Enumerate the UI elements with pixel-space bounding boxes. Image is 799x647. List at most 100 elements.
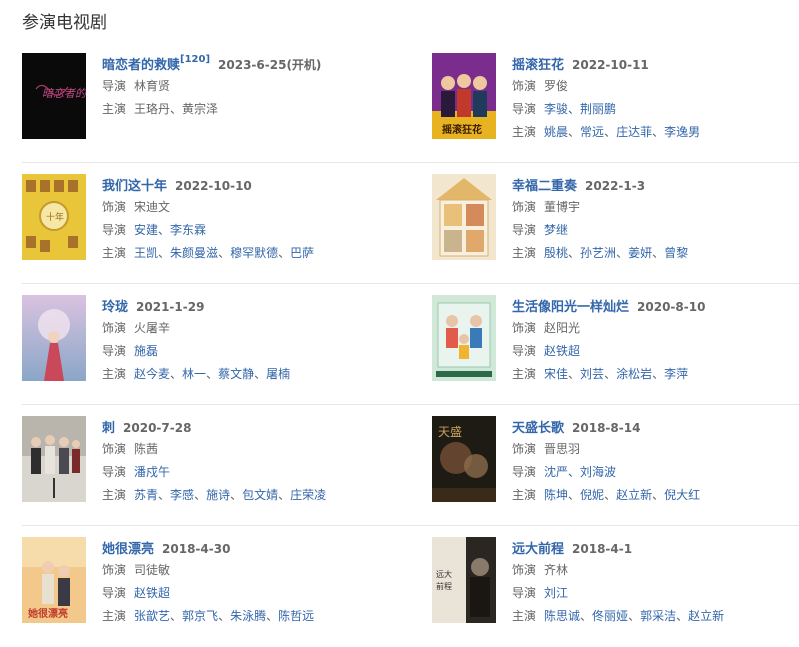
- cast-link[interactable]: 赵立新: [688, 609, 724, 623]
- reference-marker[interactable]: [120]: [180, 54, 210, 65]
- cast-link[interactable]: 倪妮: [580, 488, 604, 502]
- cast-link[interactable]: 曾黎: [664, 246, 688, 260]
- cast-link[interactable]: 林一: [182, 367, 206, 381]
- starring-label: 主演: [102, 609, 127, 623]
- director-link[interactable]: 安建、李东霖: [134, 223, 206, 237]
- cast-link[interactable]: 赵立新: [616, 488, 652, 502]
- director-link[interactable]: 赵铁超: [544, 344, 580, 358]
- cast-link[interactable]: 孙艺洲: [580, 246, 616, 260]
- cast-link[interactable]: 倪大红: [664, 488, 700, 502]
- director-link[interactable]: 施磊: [134, 344, 158, 358]
- role-value: 董博宇: [544, 200, 581, 214]
- cast-link[interactable]: 姜妍: [628, 246, 652, 260]
- cast-link[interactable]: 庄荣凌: [290, 488, 326, 502]
- drama-title[interactable]: 她很漂亮: [102, 542, 154, 557]
- cast-link[interactable]: 赵今麦: [134, 367, 170, 381]
- starring-label: 主演: [102, 367, 127, 381]
- cast-link[interactable]: 郭采洁: [640, 609, 676, 623]
- poster-women[interactable]: 十年: [22, 174, 86, 260]
- cast-link[interactable]: 常远: [580, 125, 604, 139]
- cast-link[interactable]: 李逸男: [664, 125, 700, 139]
- role-label: 饰演: [102, 442, 127, 456]
- drama-item: 玲珑 2021-1-29 饰演 火屠辛 导演 施磊 主演 赵今麦、林一、蔡文静、屠楠: [22, 284, 432, 405]
- poster-yaogun[interactable]: 摇滚狂花: [432, 53, 496, 139]
- drama-title[interactable]: 我们这十年: [102, 179, 167, 194]
- drama-date: 2020-8-10: [637, 300, 706, 314]
- drama-item: 天盛 天盛长歌 2018-8-14 饰演 晋思羽 导演 沈严、刘海波 主演 陈坤、倪妮、…: [432, 405, 799, 526]
- poster-tahen[interactable]: 她很漂亮: [22, 537, 86, 623]
- cast-link[interactable]: 佟丽娅: [592, 609, 628, 623]
- director-label: 导演: [102, 79, 127, 93]
- cast-link[interactable]: 刘芸: [580, 367, 604, 381]
- cast-link[interactable]: 朱颜曼滋: [170, 246, 218, 260]
- svg-text:她很漂亮: 她很漂亮: [28, 607, 68, 620]
- role-label: 饰演: [512, 442, 537, 456]
- role-value: 晋思羽: [544, 442, 581, 456]
- cast-link[interactable]: 李萍: [664, 367, 688, 381]
- director-link[interactable]: 李骏、荆丽鹏: [544, 102, 616, 116]
- cast-link[interactable]: 朱泳腾: [230, 609, 266, 623]
- svg-text:天盛: 天盛: [438, 424, 462, 439]
- role-value: 司徒敏: [134, 563, 171, 577]
- drama-list: 暗恋者的救赎 暗恋者的救赎[120]2023-6-25(开机) 导演林育贤 主演…: [22, 42, 799, 647]
- drama-title[interactable]: 幸福二重奏: [512, 179, 577, 194]
- cast-link[interactable]: 蔡文静: [218, 367, 254, 381]
- role-label: 饰演: [512, 200, 537, 214]
- poster-ci[interactable]: [22, 416, 86, 502]
- cast-link[interactable]: 包文婧: [242, 488, 278, 502]
- poster-shenghuo[interactable]: [432, 295, 496, 381]
- director-link[interactable]: 潘戍午: [134, 465, 170, 479]
- svg-text:十年: 十年: [46, 211, 64, 223]
- cast-link[interactable]: 屠楠: [266, 367, 290, 381]
- svg-text:前程: 前程: [436, 581, 452, 591]
- cast-link[interactable]: 苏青: [134, 488, 158, 502]
- role-value: 赵阳光: [544, 321, 581, 335]
- poster-yuanda[interactable]: 远大 前程: [432, 537, 496, 623]
- cast-link[interactable]: 宋佳: [544, 367, 568, 381]
- poster-anlianzhe[interactable]: 暗恋者的救赎: [22, 53, 86, 139]
- drama-date: 2021-1-29: [136, 300, 205, 314]
- director-label: 导演: [102, 586, 127, 600]
- drama-item: 摇滚狂花 摇滚狂花 2022-10-11 饰演 罗俊 导演 李骏、荆丽鹏 主演 姚晨、常…: [432, 42, 799, 163]
- drama-date: 2022-10-10: [175, 179, 252, 193]
- cast-link[interactable]: 庄达菲: [616, 125, 652, 139]
- cast-link[interactable]: 涂松岩: [616, 367, 652, 381]
- cast-link[interactable]: 郭京飞: [182, 609, 218, 623]
- cast-link[interactable]: 王凯: [134, 246, 158, 260]
- cast-link[interactable]: 陈哲远: [278, 609, 314, 623]
- drama-title[interactable]: 远大前程: [512, 542, 564, 557]
- cast-link[interactable]: 巴萨: [290, 246, 314, 260]
- director-link[interactable]: 沈严、刘海波: [544, 465, 616, 479]
- director-link[interactable]: 赵铁超: [134, 586, 170, 600]
- drama-title[interactable]: 刺: [102, 421, 115, 436]
- drama-title[interactable]: 暗恋者的救赎: [102, 58, 180, 73]
- cast-link[interactable]: 施诗: [206, 488, 230, 502]
- cast-link[interactable]: 李感: [170, 488, 194, 502]
- cast-link[interactable]: 陈坤: [544, 488, 568, 502]
- cast-link[interactable]: 殷桃: [544, 246, 568, 260]
- cast-member: 王珞丹: [134, 102, 171, 116]
- poster-linglong[interactable]: [22, 295, 86, 381]
- role-value: 罗俊: [544, 79, 569, 93]
- role-label: 饰演: [102, 200, 127, 214]
- poster-tiansheng[interactable]: 天盛: [432, 416, 496, 502]
- director-label: 导演: [102, 344, 127, 358]
- director-label: 导演: [512, 223, 537, 237]
- drama-title[interactable]: 摇滚狂花: [512, 58, 564, 73]
- drama-title[interactable]: 玲珑: [102, 300, 128, 315]
- starring-label: 主演: [512, 488, 537, 502]
- drama-title[interactable]: 天盛长歌: [512, 421, 564, 436]
- director-link[interactable]: 刘江: [544, 586, 568, 600]
- cast-link[interactable]: 张歆艺: [134, 609, 170, 623]
- drama-item: 远大 前程 远大前程 2018-4-1 饰演 齐林 导演 刘江 主演 陈思诚、佟丽娅、郭…: [432, 526, 799, 647]
- starring-label: 主演: [102, 102, 127, 116]
- director-link[interactable]: 梦继: [544, 223, 568, 237]
- starring-label: 主演: [512, 246, 537, 260]
- starring-label: 主演: [102, 488, 127, 502]
- cast-link[interactable]: 穆罕默德: [230, 246, 278, 260]
- cast-link[interactable]: 姚晨: [544, 125, 568, 139]
- director-label: 导演: [102, 223, 127, 237]
- drama-title[interactable]: 生活像阳光一样灿烂: [512, 300, 629, 315]
- cast-link[interactable]: 陈思诚: [544, 609, 580, 623]
- poster-xingfu[interactable]: [432, 174, 496, 260]
